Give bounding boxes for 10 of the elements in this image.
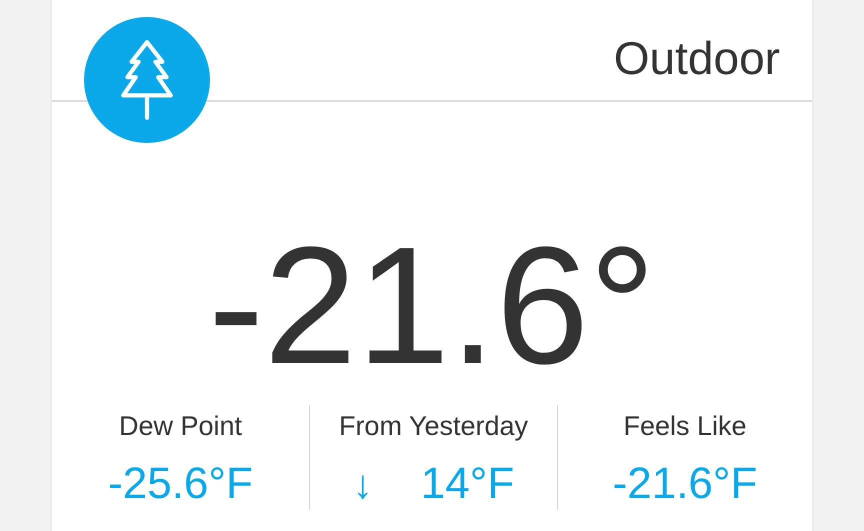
stat-label: Feels Like: [623, 410, 747, 442]
stat-value: 14°F: [420, 458, 514, 510]
stat-value: -25.6°F: [108, 458, 253, 510]
stat-label: Dew Point: [118, 410, 242, 442]
stat-label: From Yesterday: [338, 410, 528, 442]
location-title: Outdoor: [614, 31, 780, 85]
trend-arrow: ↓: [352, 462, 373, 510]
tree-icon: [119, 38, 175, 122]
temperature-reading: -21.6°: [207, 223, 657, 390]
stat-value: -21.6°F: [612, 458, 758, 510]
